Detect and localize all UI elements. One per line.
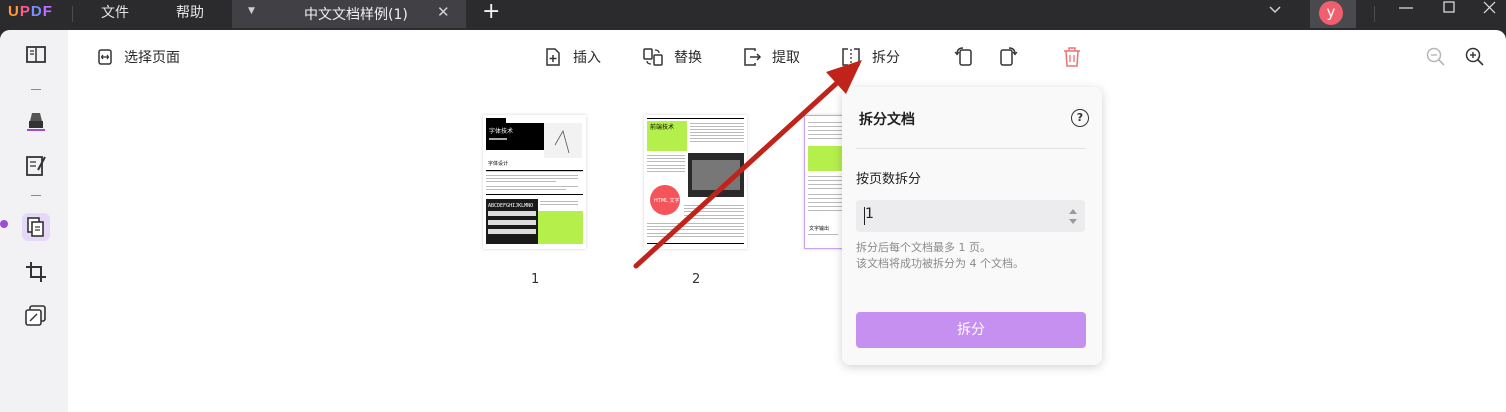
replace-button[interactable]: 替换 [642, 45, 702, 69]
stepper-down-icon[interactable] [1069, 219, 1077, 224]
page-1-title: 字体技术 [489, 127, 513, 135]
split-panel-title: 拆分文档 [859, 112, 915, 128]
split-label: 拆分 [872, 50, 900, 66]
page-tools-icon[interactable] [22, 302, 50, 330]
split-info-line-2: 该文档将成功被拆分为 4 个文档。 [856, 257, 1024, 270]
select-pages-label: 选择页面 [124, 50, 180, 66]
new-tab-icon[interactable]: + [482, 0, 500, 24]
minimize-icon[interactable] [1396, 0, 1416, 20]
sidebar-drag-handle[interactable] [0, 220, 8, 228]
title-separator [72, 6, 73, 22]
maximize-icon[interactable] [1441, 0, 1457, 16]
stepper-up-icon[interactable] [1069, 209, 1077, 214]
split-icon [842, 48, 860, 66]
insert-icon [546, 48, 560, 66]
page-thumbnail[interactable]: 前端技术 HTML 文字 [644, 115, 747, 249]
page-2-preview: 前端技术 HTML 文字 [644, 115, 747, 249]
page-thumbnail[interactable]: 字体技术 字体设计 ABCDEFGHIJKLMNO [483, 115, 586, 249]
select-pages-icon [98, 49, 112, 65]
page-2-badge: HTML 文字 [654, 197, 680, 204]
document-tab[interactable]: ▼ 中文文档样例(1) ✕ [232, 0, 466, 28]
left-sidebar [0, 30, 68, 412]
page-1-subtitle: 字体设计 [488, 160, 508, 167]
close-window-icon[interactable] [1481, 0, 1499, 18]
sidebar-divider [31, 89, 41, 90]
split-info: 拆分后每个文档最多 1 页。 该文档将成功被拆分为 4 个文档。 [856, 240, 1024, 272]
extract-button[interactable]: 提取 [742, 45, 800, 69]
page-number-1: 1 [531, 272, 540, 287]
page-3-preview: 文字输出 [805, 116, 843, 248]
title-bar: UPDF 文件 帮助 ▼ 中文文档样例(1) ✕ + y [0, 0, 1506, 28]
page-1-sample-line: ABCDEFGHIJKLMNO [488, 203, 533, 209]
chevron-down-icon[interactable] [1268, 2, 1282, 16]
page-2-heading: 前端技术 [650, 123, 674, 131]
insert-button[interactable]: 插入 [543, 45, 601, 69]
tab-close-icon[interactable]: ✕ [437, 3, 450, 21]
menu-file[interactable]: 文件 [101, 2, 129, 22]
comment-highlighter-icon[interactable] [22, 107, 50, 135]
split-document-panel: 拆分文档 ? 按页数拆分 1 拆分后每个文档最多 1 页。 该文档将成功被拆分为… [842, 87, 1102, 365]
menu-help[interactable]: 帮助 [176, 2, 204, 22]
zoom-out-icon[interactable] [1425, 45, 1447, 69]
delete-trash-icon[interactable] [1061, 45, 1083, 69]
split-button[interactable]: 拆分 [840, 45, 900, 69]
crop-icon[interactable] [22, 258, 50, 286]
rotate-right-icon[interactable] [997, 45, 1019, 69]
replace-label: 替换 [674, 50, 702, 66]
reader-mode-icon[interactable] [22, 41, 50, 69]
rotate-left-icon[interactable] [953, 45, 975, 69]
split-info-line-1: 拆分后每个文档最多 1 页。 [856, 241, 991, 254]
app-window: 选择页面 插入 替换 提取 拆分 字体技术 字体设计 ABCDEFGHIJKLM… [0, 30, 1506, 412]
page-3-heading: 文字输出 [809, 225, 829, 232]
page-1-preview: 字体技术 字体设计 ABCDEFGHIJKLMNO [483, 115, 586, 249]
avatar-letter: y [1319, 1, 1343, 25]
updf-logo: UPDF [8, 3, 53, 20]
sidebar-divider [31, 195, 41, 196]
pages-per-doc-stepper[interactable]: 1 [856, 200, 1085, 232]
page-number-2: 2 [692, 272, 701, 287]
organize-pages-icon[interactable] [22, 213, 50, 241]
pages-per-doc-value: 1 [865, 206, 874, 222]
extract-icon [744, 48, 762, 66]
title-separator [1374, 6, 1375, 22]
tab-title: 中文文档样例(1) [304, 7, 408, 23]
panel-divider [856, 148, 1086, 149]
split-confirm-button[interactable]: 拆分 [856, 312, 1086, 348]
avatar[interactable]: y [1310, 0, 1356, 28]
help-icon[interactable]: ? [1071, 109, 1089, 127]
replace-icon [643, 48, 663, 66]
page-thumbnail[interactable]: 文字输出 [804, 115, 844, 249]
tab-dropdown-icon[interactable]: ▼ [248, 6, 255, 16]
extract-label: 提取 [772, 50, 800, 66]
edit-pdf-icon[interactable] [22, 152, 50, 180]
select-pages-button[interactable]: 选择页面 [96, 45, 180, 69]
insert-label: 插入 [573, 50, 601, 66]
split-by-pages-label: 按页数拆分 [856, 172, 922, 187]
zoom-in-icon[interactable] [1464, 45, 1486, 69]
